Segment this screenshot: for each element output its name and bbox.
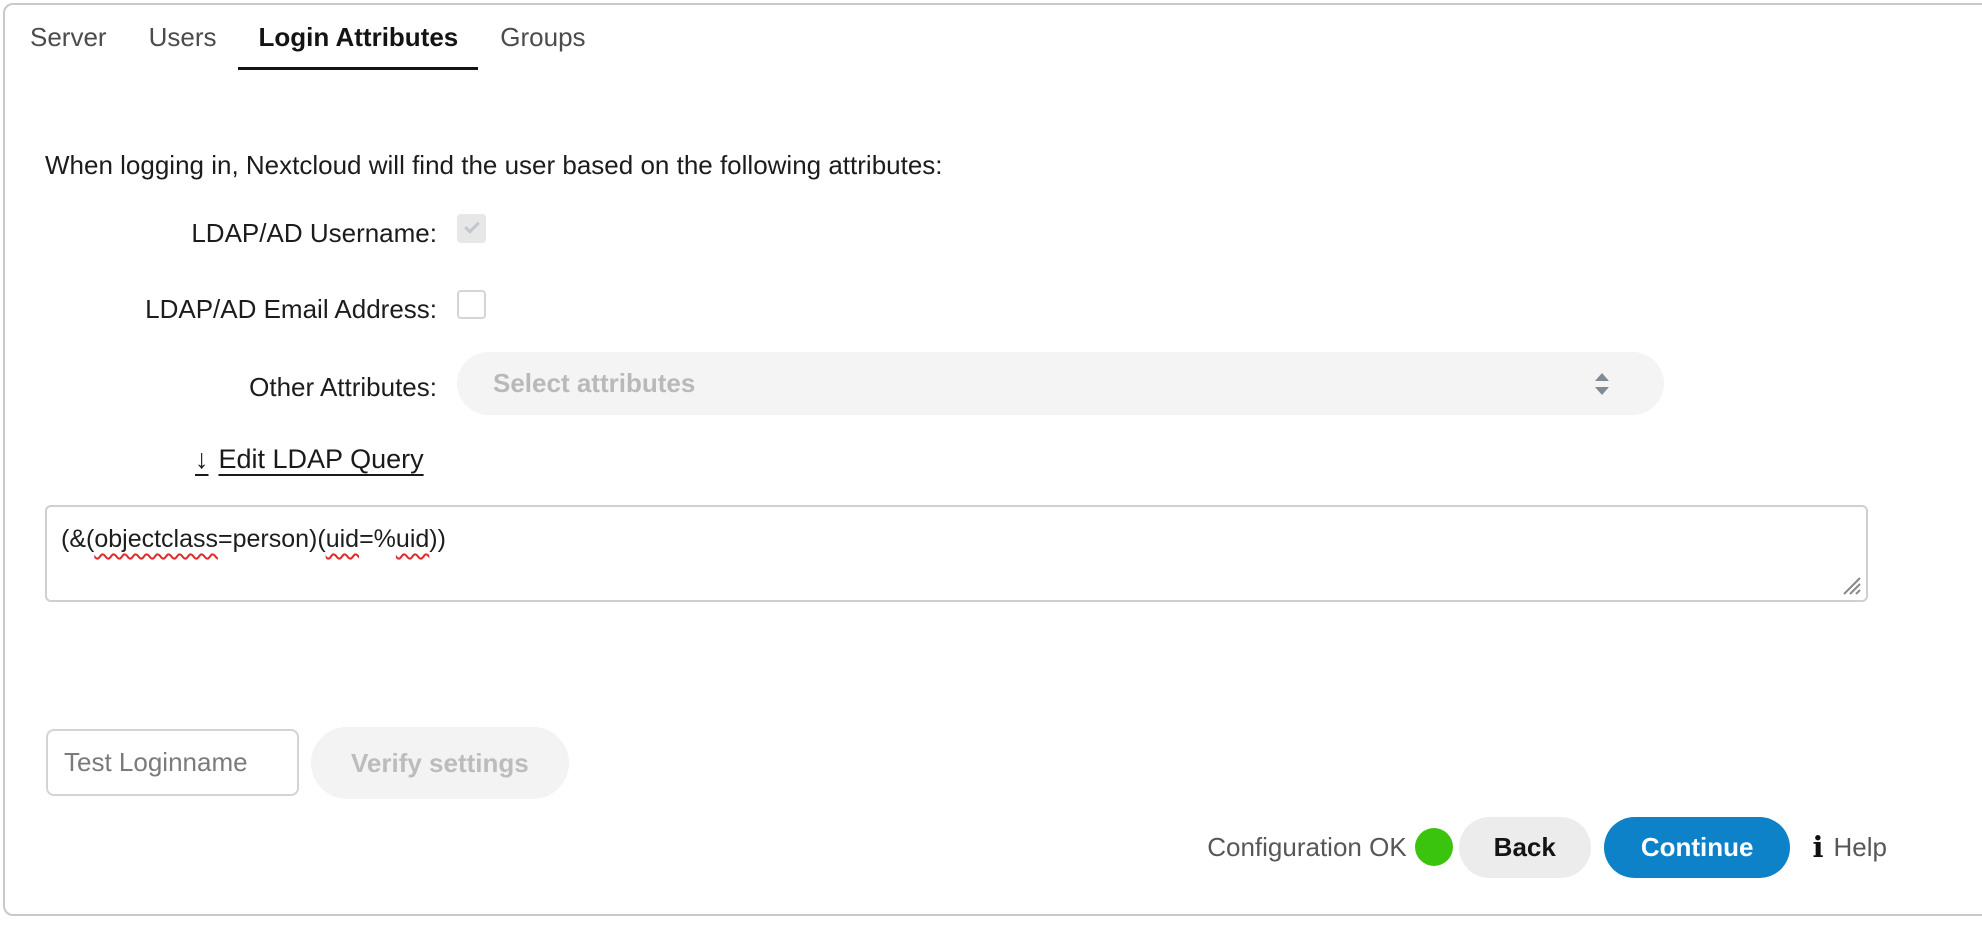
tab-login-attributes[interactable]: Login Attributes (238, 22, 478, 70)
edit-ldap-query-link[interactable]: ↓ Edit LDAP Query (195, 444, 424, 475)
tab-bar: Server Users Login Attributes Groups (30, 22, 586, 70)
verify-settings-button[interactable]: Verify settings (311, 727, 569, 799)
tab-users[interactable]: Users (149, 22, 217, 67)
ldap-username-label: LDAP/AD Username: (45, 218, 437, 249)
ldap-email-checkbox[interactable] (457, 290, 486, 319)
back-button[interactable]: Back (1459, 817, 1591, 878)
info-icon: i (1812, 830, 1823, 864)
tab-server[interactable]: Server (30, 22, 107, 67)
check-icon (464, 218, 480, 234)
status-ok-dot (1415, 828, 1453, 866)
edit-ldap-query-label: Edit LDAP Query (219, 444, 424, 474)
ldap-username-checkbox (457, 214, 486, 243)
continue-button[interactable]: Continue (1604, 817, 1791, 878)
ldap-email-label: LDAP/AD Email Address: (45, 294, 437, 325)
footer-actions: Configuration OK Back Continue i Help (1207, 816, 1887, 878)
other-attributes-label: Other Attributes: (45, 372, 437, 403)
select-placeholder: Select attributes (493, 352, 695, 415)
ldap-query-text: (&(objectclass=person)(uid=%uid)) (61, 525, 446, 554)
tab-groups[interactable]: Groups (500, 22, 585, 67)
down-arrow-icon: ↓ (195, 444, 209, 474)
other-attributes-select[interactable]: Select attributes (457, 352, 1664, 415)
sort-arrows-icon (1592, 373, 1612, 395)
help-link[interactable]: Help (1834, 832, 1887, 863)
intro-text: When logging in, Nextcloud will find the… (45, 150, 943, 181)
status-text: Configuration OK (1207, 832, 1406, 863)
test-loginname-input[interactable] (46, 729, 299, 796)
resize-handle-icon[interactable] (1840, 574, 1862, 596)
ldap-query-textarea[interactable]: (&(objectclass=person)(uid=%uid)) (45, 505, 1868, 602)
